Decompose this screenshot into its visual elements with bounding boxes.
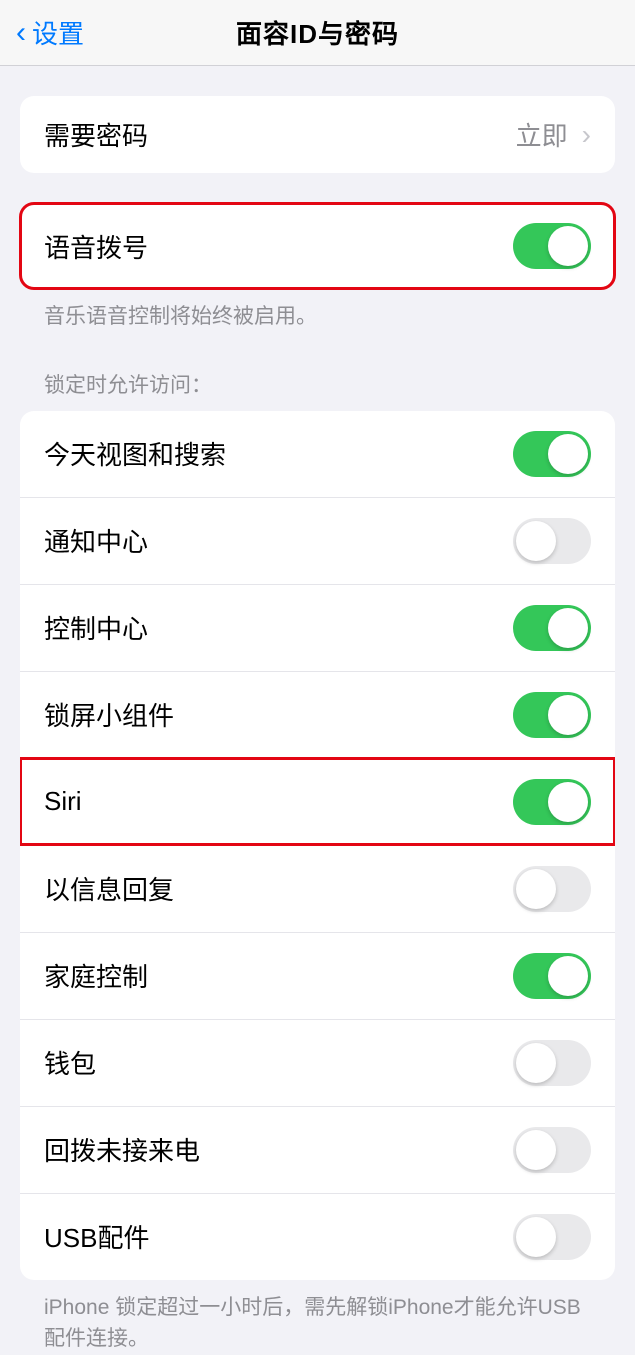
lock-access-label: 通知中心 bbox=[44, 522, 148, 559]
lock-access-row: 今天视图和搜索 bbox=[20, 411, 615, 497]
lock-access-row: Siri bbox=[20, 758, 615, 845]
back-label: 设置 bbox=[32, 14, 84, 51]
voice-dial-row: 语音拨号 bbox=[20, 203, 615, 289]
lock-access-group: 今天视图和搜索通知中心控制中心锁屏小组件 Siri 以信息回复家庭控制钱包回拨未接来… bbox=[20, 411, 615, 1280]
lock-access-row: 家庭控制 bbox=[20, 932, 615, 1019]
lock-access-toggle[interactable] bbox=[513, 953, 591, 999]
lock-access-row: 回拨未接来电 bbox=[20, 1106, 615, 1193]
lock-access-toggle[interactable] bbox=[513, 1127, 591, 1173]
lock-access-label: 以信息回复 bbox=[44, 870, 174, 907]
lock-access-footer: iPhone 锁定超过一小时后，需先解锁iPhone才能允许USB配件连接。 bbox=[20, 1280, 615, 1355]
lock-access-row: 以信息回复 bbox=[20, 845, 615, 932]
voice-dial-group: 语音拨号 bbox=[20, 203, 615, 289]
lock-access-toggle[interactable] bbox=[513, 779, 591, 825]
voice-dial-footer: 音乐语音控制将始终被启用。 bbox=[20, 289, 615, 333]
lock-access-toggle[interactable] bbox=[513, 518, 591, 564]
require-passcode-group: 需要密码 立即 › bbox=[20, 96, 615, 173]
voice-dial-toggle[interactable] bbox=[513, 223, 591, 269]
lock-access-label: USB配件 bbox=[44, 1218, 149, 1255]
lock-access-header: 锁定时允许访问： bbox=[20, 333, 615, 411]
lock-access-label: 家庭控制 bbox=[44, 957, 148, 994]
lock-access-row: 控制中心 bbox=[20, 584, 615, 671]
lock-access-label: 钱包 bbox=[44, 1044, 96, 1081]
lock-access-row: 通知中心 bbox=[20, 497, 615, 584]
lock-access-label: 控制中心 bbox=[44, 609, 148, 646]
lock-access-toggle[interactable] bbox=[513, 866, 591, 912]
lock-access-row: USB配件 bbox=[20, 1193, 615, 1280]
lock-access-toggle[interactable] bbox=[513, 692, 591, 738]
voice-dial-label: 语音拨号 bbox=[44, 228, 148, 265]
require-passcode-label: 需要密码 bbox=[44, 116, 148, 153]
lock-access-row: 锁屏小组件 bbox=[20, 671, 615, 758]
require-passcode-value: 立即 bbox=[516, 116, 568, 153]
page-title: 面容ID与密码 bbox=[236, 14, 399, 51]
lock-access-toggle[interactable] bbox=[513, 1040, 591, 1086]
lock-access-label: 今天视图和搜索 bbox=[44, 435, 226, 472]
chevron-left-icon: ‹ bbox=[16, 16, 26, 50]
lock-access-toggle[interactable] bbox=[513, 605, 591, 651]
navbar: ‹ 设置 面容ID与密码 bbox=[0, 0, 635, 66]
lock-access-label: 锁屏小组件 bbox=[44, 696, 174, 733]
chevron-right-icon: › bbox=[582, 119, 591, 151]
lock-access-label: Siri bbox=[44, 786, 82, 817]
lock-access-label: 回拨未接来电 bbox=[44, 1131, 200, 1168]
lock-access-toggle[interactable] bbox=[513, 431, 591, 477]
back-button[interactable]: ‹ 设置 bbox=[16, 14, 84, 51]
require-passcode-row[interactable]: 需要密码 立即 › bbox=[20, 96, 615, 173]
lock-access-row: 钱包 bbox=[20, 1019, 615, 1106]
